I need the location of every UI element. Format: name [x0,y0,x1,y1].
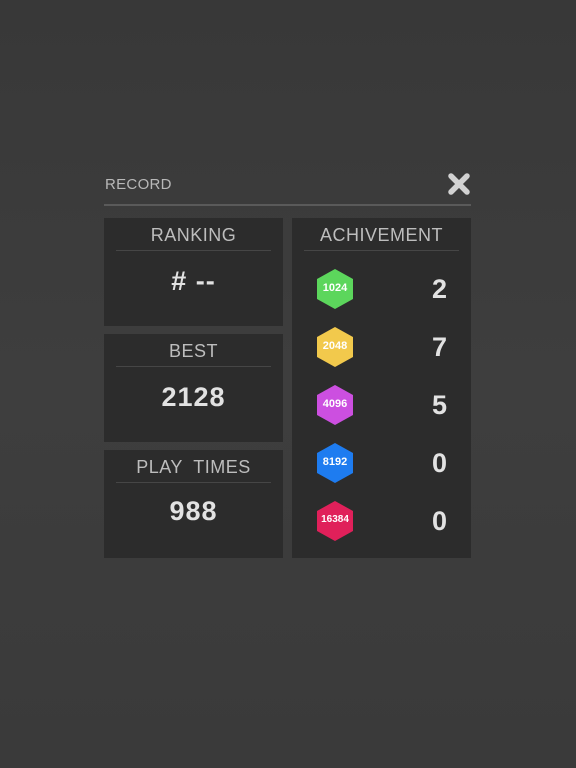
achievement-count: 0 [431,506,447,536]
play-times-value: 988 [169,496,218,526]
achievement-row-1024: 1024 2 [292,265,471,313]
achievement-row-16384: 16384 0 [292,497,471,545]
hex-tile-icon: 16384 [314,500,356,542]
close-button[interactable] [447,172,471,196]
play-times-label: PLAY TIMES [116,452,271,483]
hex-tile-icon: 2048 [314,326,356,368]
tile-value: 2048 [322,340,348,352]
achievement-row-2048: 2048 7 [292,323,471,371]
game-screen: RECORD RANKING # -- BEST 2128 PLAY TIMES… [0,0,576,768]
achievement-panel: ACHIVEMENT 1024 2 2048 7 4096 5 8192 0 1… [292,218,471,558]
best-panel: BEST 2128 [104,334,283,442]
ranking-value: # -- [171,266,216,296]
dialog-header: RECORD [104,168,471,206]
tile-value: 1024 [322,282,348,294]
achievement-count: 0 [431,448,447,478]
tile-value: 8192 [322,456,348,468]
achievement-row-4096: 4096 5 [292,381,471,429]
tile-value: 4096 [322,398,348,410]
dialog-title: RECORD [105,176,172,193]
hex-tile-icon: 1024 [314,268,356,310]
hex-tile-icon: 8192 [314,442,356,484]
close-x-icon [448,173,470,195]
best-label: BEST [116,336,271,367]
record-dialog: RECORD RANKING # -- BEST 2128 PLAY TIMES… [104,168,471,560]
achievement-row-8192: 8192 0 [292,439,471,487]
best-value: 2128 [161,382,226,412]
tile-value: 16384 [321,514,349,525]
hex-tile-icon: 4096 [314,384,356,426]
achievement-count: 2 [431,274,447,304]
ranking-label: RANKING [116,220,271,251]
play-times-panel: PLAY TIMES 988 [104,450,283,558]
achievement-label: ACHIVEMENT [304,220,459,251]
achievement-count: 7 [431,332,447,362]
achievement-count: 5 [431,390,447,420]
ranking-panel: RANKING # -- [104,218,283,326]
